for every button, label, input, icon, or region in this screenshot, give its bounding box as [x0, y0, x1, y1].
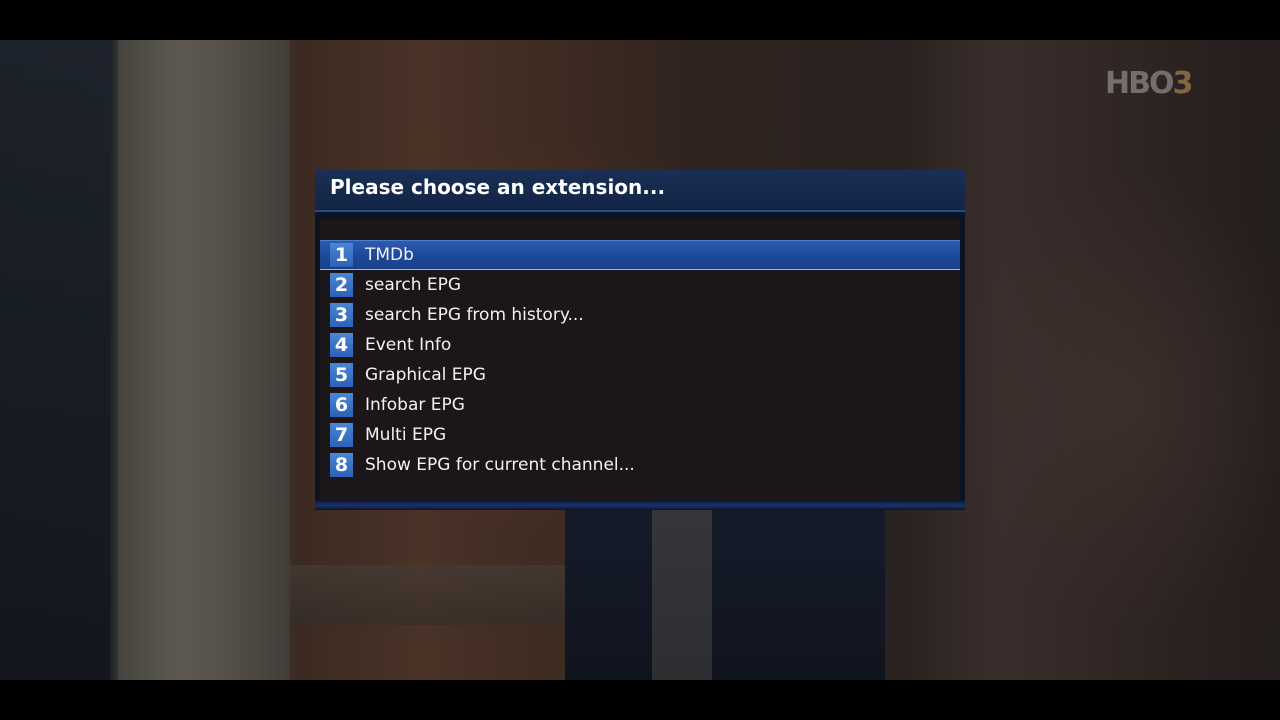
number-badge: 4: [330, 333, 353, 357]
video-floor-band: [290, 565, 570, 625]
number-badge: 1: [330, 243, 353, 267]
extension-item-event-info[interactable]: 4 Event Info: [320, 330, 960, 360]
number-badge: 5: [330, 363, 353, 387]
number-badge: 7: [330, 423, 353, 447]
channel-logo: HBO3: [1105, 66, 1193, 101]
extension-label: Graphical EPG: [365, 365, 486, 385]
channel-logo-text: HBO: [1105, 66, 1174, 101]
extension-item-tmdb[interactable]: 1 TMDb: [320, 240, 960, 270]
extension-label: TMDb: [365, 245, 414, 265]
extension-label: Show EPG for current channel...: [365, 455, 635, 475]
extension-list: 1 TMDb 2 search EPG 3 search EPG from hi…: [320, 240, 960, 480]
extension-label: Event Info: [365, 335, 452, 355]
dialog-bottom-border: [315, 500, 965, 510]
extension-item-search-epg[interactable]: 2 search EPG: [320, 270, 960, 300]
tv-screen: HBO3 Please choose an extension... 1 TMD…: [0, 0, 1280, 720]
video-wall-pillar: [118, 40, 290, 680]
number-badge: 3: [330, 303, 353, 327]
extension-item-search-epg-history[interactable]: 3 search EPG from history...: [320, 300, 960, 330]
dialog-title: Please choose an extension...: [330, 175, 666, 199]
extension-item-multi-epg[interactable]: 7 Multi EPG: [320, 420, 960, 450]
number-badge: 8: [330, 453, 353, 477]
extension-label: Multi EPG: [365, 425, 447, 445]
extension-item-graphical-epg[interactable]: 5 Graphical EPG: [320, 360, 960, 390]
extension-label: search EPG: [365, 275, 462, 295]
video-door-frame: [0, 40, 110, 680]
dialog-title-bar: Please choose an extension...: [315, 170, 965, 212]
extension-label: Infobar EPG: [365, 395, 465, 415]
number-badge: 2: [330, 273, 353, 297]
extension-label: search EPG from history...: [365, 305, 584, 325]
number-badge: 6: [330, 393, 353, 417]
channel-logo-number: 3: [1172, 66, 1193, 101]
extension-item-infobar-epg[interactable]: 6 Infobar EPG: [320, 390, 960, 420]
extension-item-show-epg-current[interactable]: 8 Show EPG for current channel...: [320, 450, 960, 480]
